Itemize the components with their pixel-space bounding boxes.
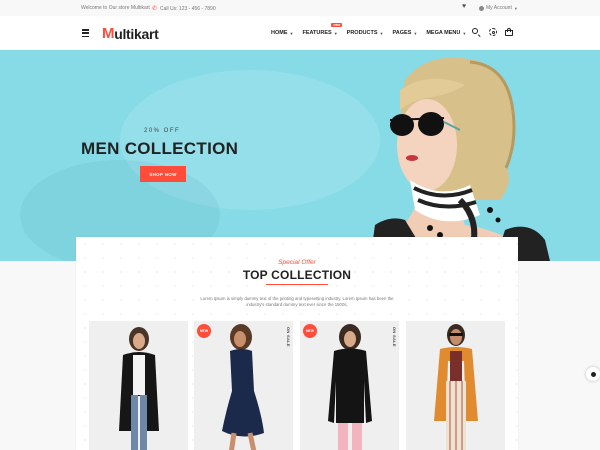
nav-label: HOME [271,30,288,36]
multikart-logo[interactable]: Multikart [102,25,159,42]
new-badge: NEW [303,324,317,338]
logo-m: M [102,25,115,42]
phone-icon: ✆ [152,6,158,12]
product-image [119,327,159,450]
wishlist-heart-icon[interactable]: ♥ [462,3,466,10]
chevron-down-icon: ▼ [513,5,518,11]
hero-offer: 20% OFF [144,128,181,134]
chevron-down-icon: ▼ [333,30,338,36]
chevron-down-icon: ▼ [289,30,294,36]
main-nav: HOME ▼ new FEATURES ▼ PRODUCTS ▼ PAGES ▼ MEG… [271,23,466,36]
product-card[interactable]: NEW ON SALE [194,321,293,450]
title-underline [266,284,328,285]
chevron-down-icon: ▼ [462,30,467,36]
new-badge: NEW [197,324,211,338]
product-card[interactable]: NEW ON SALE [300,321,399,450]
product-image [328,324,372,450]
nav-item-products[interactable]: PRODUCTS ▼ [347,30,384,36]
product-image [222,324,264,450]
special-offer-label: Special Offer [278,259,316,266]
settings-toggle-button[interactable] [586,367,600,381]
nav-label: FEATURES [302,30,332,36]
nav-item-pages[interactable]: PAGES ▼ [393,30,418,36]
welcome-text: Welcome to Our store Multikart [81,5,150,11]
menu-icon[interactable] [82,29,89,37]
hero-title: MEN COLLECTION [81,139,239,158]
nav-label: MEGA MENU [426,30,461,36]
user-icon [479,5,484,11]
on-sale-label: ON SALE [286,327,291,347]
hero-model-image [370,57,550,261]
nav-label: PAGES [392,30,412,36]
product-card[interactable] [89,321,188,450]
chevron-down-icon: ▼ [379,30,384,36]
nav-item-features[interactable]: new FEATURES ▼ [302,23,343,36]
top-bar: Welcome to Our store Multikart ✆ Call Us… [0,0,600,16]
my-account-label: My Account [486,5,512,11]
shop-now-button[interactable]: SHOP NOW [140,166,186,182]
toggle-dot-icon [590,371,596,377]
call-text: Call Us: 123 - 456 - 7890 [160,5,216,12]
product-card[interactable] [406,321,505,450]
search-icon[interactable] [472,28,481,37]
section-title: TOP COLLECTION [242,268,352,282]
nav-item-home[interactable]: HOME ▼ [271,30,293,36]
new-badge: new [331,23,343,27]
chevron-down-icon: ▼ [413,30,418,36]
nav-item-mega-menu[interactable]: MEGA MENU ▼ [426,30,466,36]
product-image [434,324,478,450]
cart-icon[interactable] [505,28,514,37]
nav-label: PRODUCTS [346,30,378,36]
main-header: Multikart HOME ▼ new FEATURES ▼ PRODUCTS ▼ … [0,16,600,50]
logo-text: ultikart [114,25,159,42]
settings-icon[interactable] [489,28,498,37]
section-description: Lorem Ipsum is simply dummy text of the … [200,296,394,307]
hero-banner: 20% OFF MEN COLLECTION SHOP NOW [0,50,600,261]
my-account-link[interactable]: My Account ▼ [479,5,518,11]
on-sale-label: ON SALE [392,327,397,347]
call-info: ✆ Call Us: 123 - 456 - 7890 [152,5,216,13]
top-collection-section: Special Offer TOP COLLECTION Lorem Ipsum… [76,237,518,450]
